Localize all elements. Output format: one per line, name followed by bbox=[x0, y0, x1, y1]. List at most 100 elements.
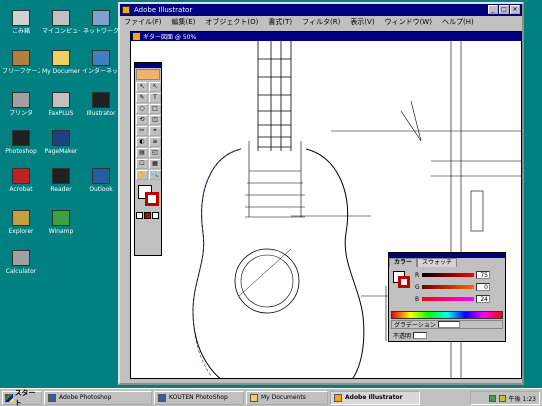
menu-window[interactable]: ウィンドウ(W) bbox=[385, 17, 432, 27]
illustrator-app-icon[interactable] bbox=[122, 6, 130, 14]
channel-b-slider[interactable] bbox=[422, 297, 474, 301]
none-mode-button[interactable] bbox=[152, 212, 159, 219]
taskbar-button-photoshop[interactable]: Adobe Photoshop bbox=[44, 390, 152, 405]
start-label: スタート bbox=[14, 388, 36, 406]
tool-button[interactable]: T bbox=[149, 93, 161, 103]
stroke-swatch[interactable] bbox=[145, 192, 159, 206]
tab-color[interactable]: カラー bbox=[389, 258, 418, 267]
desktop-icon[interactable]: Calculator bbox=[2, 250, 40, 275]
selected-path[interactable] bbox=[192, 148, 242, 377]
tool-button[interactable]: ↖ bbox=[136, 82, 148, 92]
desktop-icon[interactable]: ブリーフケース bbox=[2, 50, 40, 75]
tray-network-icon[interactable] bbox=[488, 394, 496, 402]
tool-button[interactable]: ↖ bbox=[149, 82, 161, 92]
tab-swatch[interactable]: スウォッチ bbox=[417, 258, 458, 267]
tool-button[interactable]: ✂ bbox=[136, 126, 148, 136]
channel-r-value[interactable]: 75 bbox=[476, 271, 490, 279]
desktop-icon[interactable]: マイコンピュータ bbox=[42, 10, 80, 35]
menu-type[interactable]: 書式(T) bbox=[268, 17, 292, 27]
menu-file[interactable]: ファイル(F) bbox=[124, 17, 162, 27]
desktop-icon-label: ブリーフケース bbox=[2, 68, 40, 75]
gradient-dropdown[interactable] bbox=[437, 321, 460, 328]
color-spectrum-bar[interactable] bbox=[391, 311, 503, 319]
menu-help[interactable]: ヘルプ(H) bbox=[442, 17, 474, 27]
desktop-icon[interactable]: Outlook bbox=[82, 168, 120, 193]
tool-button[interactable]: ▤ bbox=[136, 148, 148, 158]
tool-button[interactable]: ✎ bbox=[136, 93, 148, 103]
recycle-bin-icon bbox=[12, 10, 30, 26]
desktop-icon-label: Illustrator bbox=[86, 110, 116, 117]
desktop-icon-label: Acrobat bbox=[9, 186, 33, 193]
opacity-stepper[interactable] bbox=[413, 332, 428, 339]
color-mode-button[interactable] bbox=[136, 212, 143, 219]
reader-icon bbox=[52, 168, 70, 184]
desktop-icon-label: ネットワーク bbox=[82, 28, 119, 35]
tool-palette-header[interactable] bbox=[135, 63, 161, 68]
channel-g-value[interactable]: 0 bbox=[476, 283, 490, 291]
desktop-icon[interactable]: インターネット bbox=[82, 50, 120, 75]
maximize-button[interactable]: □ bbox=[499, 5, 509, 14]
channel-g-label: G bbox=[415, 283, 420, 291]
app-titlebar[interactable]: Adobe Illustrator _ □ × bbox=[120, 4, 522, 16]
desktop-icon[interactable]: Explorer bbox=[2, 210, 40, 235]
desktop-icon[interactable]: Photoshop bbox=[2, 130, 40, 155]
color-palette[interactable]: カラー スウォッチ R 75 G 0 B 24 グラデーション 不透明 bbox=[388, 252, 506, 342]
tool-button[interactable]: ⌖ bbox=[149, 126, 161, 136]
fax-icon bbox=[52, 92, 70, 108]
tool-button[interactable]: ⟲ bbox=[136, 115, 148, 125]
desktop-icon[interactable]: Winamp bbox=[42, 210, 80, 235]
desktop-icon[interactable]: Reader bbox=[42, 168, 80, 193]
desktop-icon[interactable]: My Documents bbox=[42, 50, 80, 75]
calculator-icon bbox=[12, 250, 30, 266]
tool-button[interactable]: ≡ bbox=[149, 137, 161, 147]
palette-stroke-swatch[interactable] bbox=[398, 276, 410, 288]
channel-g-slider[interactable] bbox=[422, 285, 474, 289]
menu-view[interactable]: 表示(V) bbox=[350, 17, 374, 27]
tool-button[interactable]: ▦ bbox=[149, 159, 161, 169]
desktop-icon-label: FaxPLUS bbox=[48, 110, 74, 117]
menu-object[interactable]: オブジェクト(O) bbox=[205, 17, 258, 27]
tool-button[interactable]: ◐ bbox=[136, 137, 148, 147]
taskbar-button-kouten[interactable]: KOUTEN PhotoShop bbox=[154, 390, 244, 405]
tray-volume-icon[interactable] bbox=[498, 394, 506, 402]
desktop-icon-label: マイコンピュータ bbox=[42, 28, 80, 35]
channel-r-slider[interactable] bbox=[422, 273, 474, 277]
taskbar: スタート Adobe Photoshop KOUTEN PhotoShop My… bbox=[0, 388, 542, 406]
taskbar-button-illustrator[interactable]: Adobe Illustrator bbox=[330, 390, 420, 405]
desktop-icon[interactable]: Illustrator bbox=[82, 92, 120, 117]
menu-edit[interactable]: 編集(E) bbox=[172, 17, 196, 27]
desktop-icon[interactable]: Acrobat bbox=[2, 168, 40, 193]
gradient-mode-button[interactable] bbox=[144, 212, 151, 219]
tool-button[interactable]: ○ bbox=[136, 104, 148, 114]
app-title: Adobe Illustrator bbox=[134, 6, 193, 14]
taskbar-button-my-documents[interactable]: My Documents bbox=[246, 390, 328, 405]
document-titlebar[interactable]: ギター図面 @ 50% bbox=[131, 32, 521, 41]
clock[interactable]: 午後 1:23 bbox=[509, 394, 536, 403]
desktop-icon[interactable]: ごみ箱 bbox=[2, 10, 40, 35]
minimize-button[interactable]: _ bbox=[488, 5, 498, 14]
tool-button[interactable]: ◰ bbox=[149, 148, 161, 158]
desktop-icon[interactable]: FaxPLUS bbox=[42, 92, 80, 117]
tool-button[interactable]: 🔍 bbox=[149, 170, 161, 180]
menu-filter[interactable]: フィルタ(R) bbox=[302, 17, 340, 27]
desktop-icon-label: Explorer bbox=[8, 228, 34, 235]
desktop-icon-label: Outlook bbox=[89, 186, 113, 193]
windows-flag-icon bbox=[5, 393, 13, 402]
network-icon bbox=[92, 10, 110, 26]
fill-stroke-swatches[interactable] bbox=[136, 183, 160, 209]
printer-icon bbox=[12, 92, 30, 108]
start-button[interactable]: スタート bbox=[2, 388, 42, 406]
tool-button[interactable]: ✋ bbox=[136, 170, 148, 180]
tool-button[interactable]: □ bbox=[149, 104, 161, 114]
desktop-icon-label: プリンタ bbox=[8, 110, 33, 117]
channel-b-value[interactable]: 24 bbox=[476, 295, 490, 303]
desktop-icon[interactable]: プリンタ bbox=[2, 92, 40, 117]
close-button[interactable]: × bbox=[510, 5, 520, 14]
tool-button[interactable]: ◫ bbox=[149, 115, 161, 125]
tool-palette[interactable]: ↖ ↖ ✎ T ○ □ ⟲ ◫ ✂ ⌖ ◐ ≡ ▤ ◰ ☐ ▦ ✋ 🔍 bbox=[134, 62, 162, 256]
sound-hole-outer bbox=[234, 248, 300, 314]
desktop-icon[interactable]: PageMaker bbox=[42, 130, 80, 155]
tool-button[interactable]: ☐ bbox=[136, 159, 148, 169]
desktop-icon[interactable]: ネットワーク bbox=[82, 10, 120, 35]
desktop-icon-label: My Documents bbox=[42, 68, 80, 75]
